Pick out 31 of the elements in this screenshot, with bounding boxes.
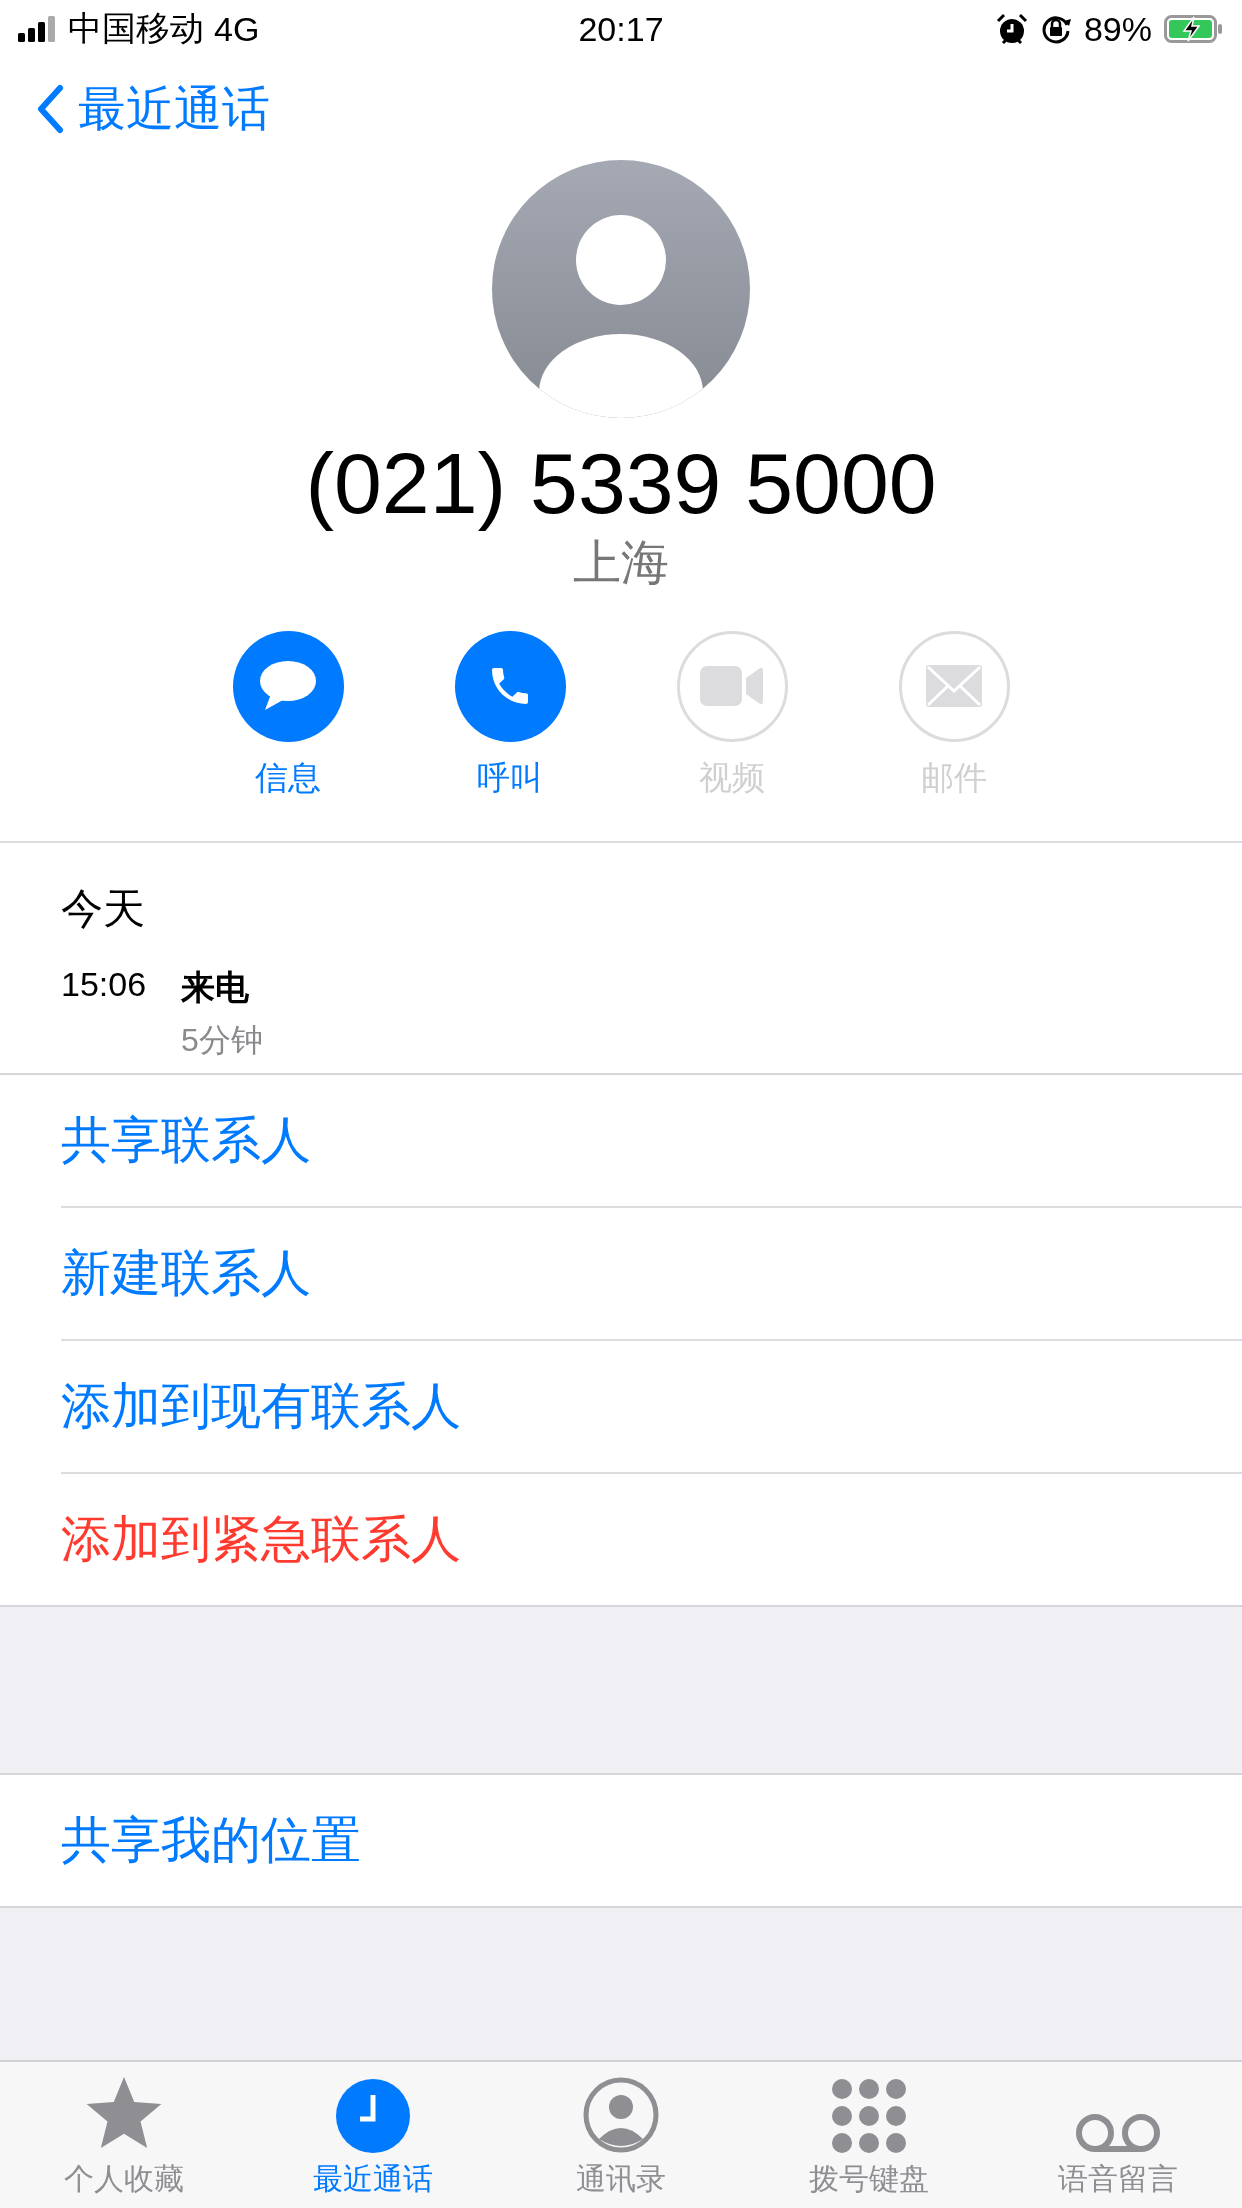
menu-item[interactable]: 添加到紧急联系人: [61, 1471, 1242, 1605]
signal-icon: [18, 16, 58, 42]
back-button[interactable]: 最近通话: [36, 77, 270, 141]
battery-charging-icon: [1164, 15, 1224, 43]
clock-icon: [335, 2079, 410, 2153]
carrier-name: 中国移动: [68, 8, 204, 49]
message-icon: [259, 660, 317, 713]
tab-bar-item[interactable]: 通讯录: [496, 2062, 746, 2208]
menu-item[interactable]: 新建联系人: [61, 1205, 1242, 1339]
chevron-left-icon: [36, 84, 64, 134]
call-duration: 5分钟: [181, 1020, 264, 1060]
network-type: 4G: [214, 9, 260, 49]
voicemail-icon: [1074, 2113, 1161, 2153]
keypad-icon: [832, 2079, 907, 2153]
envelope-icon: [926, 665, 982, 708]
call-type: 来电: [181, 966, 250, 1008]
video-camera-icon: [700, 664, 764, 709]
menu-item[interactable]: 共享联系人: [61, 1074, 1242, 1206]
person-circle-icon: [583, 2077, 659, 2153]
location-label: 上海: [573, 534, 669, 591]
tab-bar-item[interactable]: 语音留言: [993, 2062, 1242, 2208]
status-time: 20:17: [578, 9, 664, 49]
tab-bar-item[interactable]: 最近通话: [248, 2062, 497, 2208]
menu-item[interactable]: 添加到现有联系人: [61, 1338, 1242, 1472]
battery-percentage: 89%: [1083, 9, 1152, 49]
tab-bar-item[interactable]: 个人收藏: [0, 2062, 249, 2208]
history-date: 今天: [61, 883, 146, 934]
tab-bar-item[interactable]: 拨号键盘: [745, 2062, 994, 2208]
phone-number: (021) 5339 5000: [305, 436, 937, 531]
call-time: 15:06: [61, 964, 148, 1005]
alarm-icon: [995, 13, 1028, 45]
